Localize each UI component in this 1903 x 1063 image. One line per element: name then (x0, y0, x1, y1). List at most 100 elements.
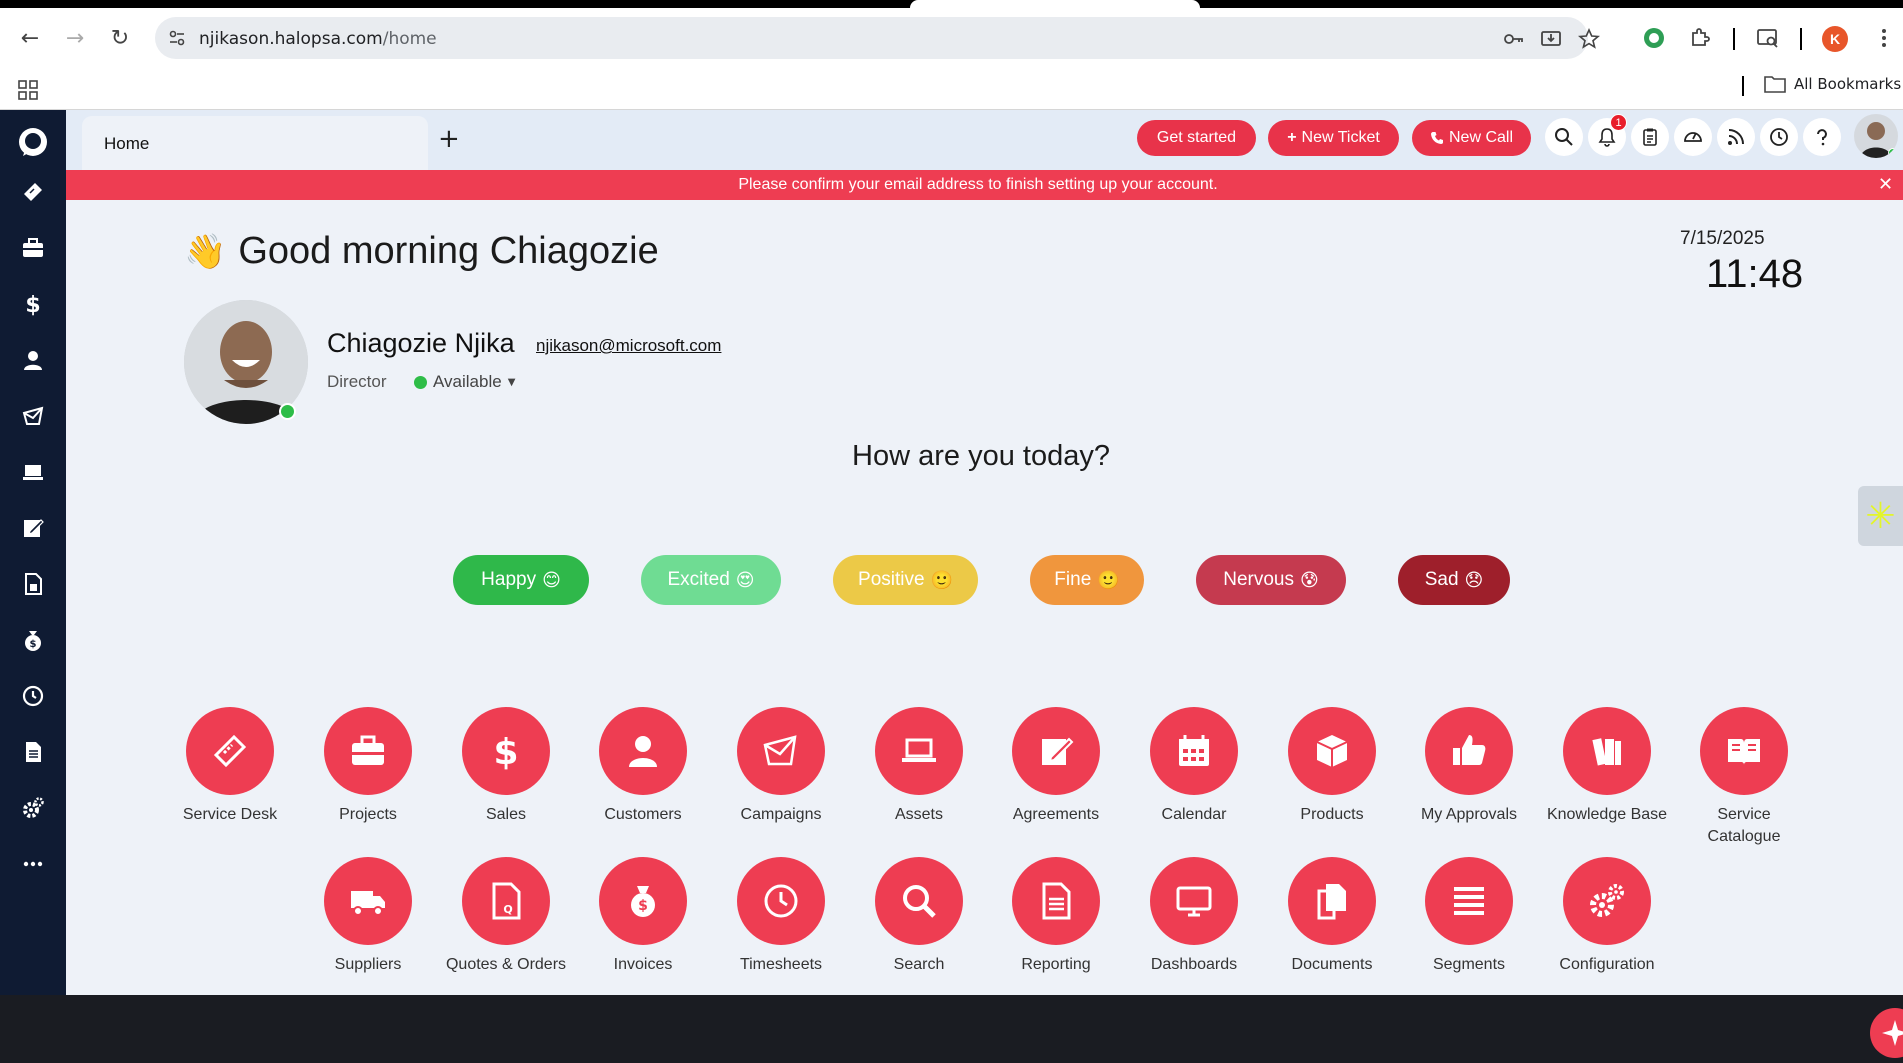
module-dashboards[interactable]: Dashboards (1129, 857, 1259, 976)
sparkle-icon (1882, 1020, 1903, 1046)
module-customers[interactable]: Customers (578, 707, 708, 826)
sidebar-service-desk-icon[interactable] (0, 170, 66, 214)
forward-icon[interactable]: → (61, 24, 89, 52)
back-icon[interactable]: ← (16, 24, 44, 52)
module-quotes-orders[interactable]: Q Quotes & Orders (441, 857, 571, 976)
sidebar-agreements-icon[interactable] (0, 506, 66, 550)
chevron-down-icon: ▼ (507, 376, 516, 388)
header-user-avatar[interactable] (1854, 114, 1898, 158)
sidebar-assets-icon[interactable] (0, 450, 66, 494)
module-products[interactable]: Products (1267, 707, 1397, 826)
halopsa-app: $ $ Home + Get started + New Ticket New … (0, 110, 1903, 1058)
waving-hand-icon: 👋 (184, 231, 227, 272)
mood-nervous-button[interactable]: Nervous 😰 (1196, 555, 1346, 605)
greeting-text: Good morning Chiagozie (238, 230, 659, 272)
new-ticket-button[interactable]: + New Ticket (1268, 120, 1399, 156)
module-documents[interactable]: Documents (1267, 857, 1397, 976)
books-icon (1563, 707, 1651, 795)
module-projects[interactable]: Projects (303, 707, 433, 826)
sparkle-widget-icon[interactable]: ✳ (1858, 486, 1903, 546)
tab-home[interactable]: Home (82, 116, 428, 170)
sidebar-customers-icon[interactable] (0, 338, 66, 382)
mood-sad-button[interactable]: Sad 😞 (1398, 555, 1510, 605)
module-my-approvals[interactable]: My Approvals (1404, 707, 1534, 826)
module-invoices[interactable]: $ Invoices (578, 857, 708, 976)
new-call-button[interactable]: New Call (1412, 120, 1531, 156)
module-label: Assets (894, 806, 943, 823)
browser-profile-avatar[interactable]: K (1822, 26, 1848, 52)
calendar-icon (1150, 707, 1238, 795)
module-suppliers[interactable]: Suppliers (303, 857, 433, 976)
bookmark-star-icon[interactable] (1578, 28, 1600, 50)
sidebar-sales-icon[interactable]: $ (0, 282, 66, 326)
get-started-button[interactable]: Get started (1137, 120, 1256, 156)
sidebar-projects-icon[interactable] (0, 226, 66, 270)
module-label: My Approvals (1420, 806, 1518, 823)
ai-assistant-button[interactable] (1870, 1008, 1903, 1058)
user-name: Chiagozie Njika (327, 328, 515, 358)
user-email-link[interactable]: njikason@microsoft.com (536, 336, 721, 356)
lines-icon (1425, 857, 1513, 945)
password-key-icon[interactable] (1502, 28, 1524, 50)
module-knowledge-base[interactable]: Knowledge Base (1542, 707, 1672, 826)
address-bar[interactable]: njikason.halopsa.com/home (155, 17, 1600, 59)
halo-logo-icon[interactable] (0, 116, 66, 168)
add-tab-button[interactable]: + (438, 124, 460, 154)
module-campaigns[interactable]: Campaigns (716, 707, 846, 826)
module-label: Reporting (1021, 956, 1091, 973)
module-segments[interactable]: Segments (1404, 857, 1534, 976)
rss-feed-icon[interactable] (1717, 118, 1755, 156)
module-configuration[interactable]: Configuration (1542, 857, 1672, 976)
current-date: 7/15/2025 (1680, 228, 1765, 249)
tab-home-label: Home (104, 134, 150, 153)
extension-green-icon[interactable] (1642, 26, 1666, 50)
sidebar-quotes-icon[interactable] (0, 562, 66, 606)
all-bookmarks-button[interactable]: All Bookmarks (1764, 75, 1901, 93)
module-calendar[interactable]: Calendar (1129, 707, 1259, 826)
mood-happy-button[interactable]: Happy 😊 (453, 555, 589, 605)
browser-menu-icon[interactable] (1872, 26, 1896, 50)
module-agreements[interactable]: Agreements (991, 707, 1121, 826)
sidebar-configuration-icon[interactable] (0, 786, 66, 830)
sidebar-reporting-icon[interactable] (0, 730, 66, 774)
sidebar-more-icon[interactable] (0, 842, 66, 886)
speedometer-icon[interactable] (1674, 118, 1712, 156)
extensions-puzzle-icon[interactable] (1688, 26, 1712, 50)
active-browser-tab[interactable] (910, 0, 1200, 8)
module-search[interactable]: Search (854, 857, 984, 976)
apps-grid-icon[interactable] (18, 80, 38, 100)
module-timesheets[interactable]: Timesheets (716, 857, 846, 976)
clipboard-icon[interactable] (1631, 118, 1669, 156)
install-app-icon[interactable] (1540, 28, 1562, 50)
user-online-dot (279, 403, 296, 420)
url-text: njikason.halopsa.com/home (199, 29, 437, 49)
pen-icon (1012, 707, 1100, 795)
close-icon[interactable]: ✕ (1878, 174, 1893, 195)
module-label: Calendar (1161, 806, 1227, 823)
module-sales[interactable]: $ Sales (441, 707, 571, 826)
reload-icon[interactable]: ↻ (106, 24, 134, 52)
sidebar-campaigns-icon[interactable] (0, 394, 66, 438)
module-service-catalogue[interactable]: Service Catalogue (1679, 707, 1809, 848)
sidebar-invoices-icon[interactable]: $ (0, 618, 66, 662)
envelope-icon (737, 707, 825, 795)
help-icon[interactable] (1803, 118, 1841, 156)
money-bag-icon: $ (599, 857, 687, 945)
mood-positive-button[interactable]: Positive 🙂 (833, 555, 978, 605)
module-assets[interactable]: Assets (854, 707, 984, 826)
header-search-icon[interactable] (1545, 118, 1583, 156)
svg-text:$: $ (638, 898, 648, 914)
browser-toolbar: ← → ↻ njikason.halopsa.com/home K (0, 8, 1903, 68)
history-clock-icon[interactable] (1760, 118, 1798, 156)
truck-icon (324, 857, 412, 945)
status-dropdown[interactable]: Available ▼ (414, 372, 515, 392)
module-reporting[interactable]: Reporting (991, 857, 1121, 976)
module-service-desk[interactable]: Service Desk (165, 707, 295, 826)
notifications-bell-icon[interactable]: 1 (1588, 114, 1627, 156)
mood-excited-button[interactable]: Excited 😍 (641, 555, 781, 605)
site-settings-icon[interactable] (167, 28, 187, 48)
mood-fine-button[interactable]: Fine 🙂 (1030, 555, 1144, 605)
sidebar-timesheets-icon[interactable] (0, 674, 66, 718)
tab-search-icon[interactable] (1756, 26, 1780, 50)
briefcase-icon (324, 707, 412, 795)
